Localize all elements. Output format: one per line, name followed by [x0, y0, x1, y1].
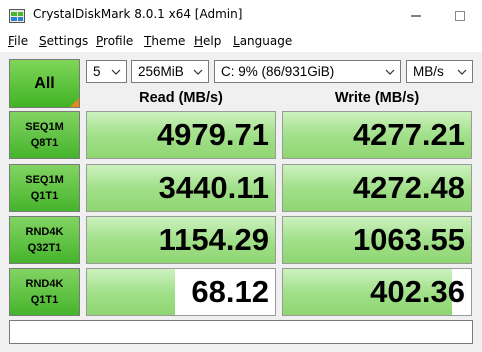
- crystaldiskmark-app-icon: [9, 8, 25, 23]
- menu-help[interactable]: Help: [194, 34, 221, 48]
- menu-file[interactable]: File: [8, 34, 28, 48]
- write-result-seq1m-q8t1: 4277.21: [282, 111, 472, 159]
- write-result-rnd4k-q32t1: 1063.55: [282, 216, 472, 264]
- menu-settings[interactable]: Settings: [39, 34, 88, 48]
- maximize-button[interactable]: [438, 0, 482, 31]
- read-result-seq1m-q1t1: 3440.11: [86, 164, 276, 212]
- maximize-icon: [455, 10, 465, 21]
- chevron-down-icon: [457, 69, 467, 75]
- read-result-seq1m-q8t1: 4979.71: [86, 111, 276, 159]
- test-label-line1: SEQ1M: [25, 174, 64, 186]
- write-result-value: 1063.55: [352, 222, 465, 257]
- write-column-header: Write (MB/s): [334, 90, 420, 106]
- test-label-line2: Q8T1: [30, 137, 59, 149]
- read-column-header: Read (MB/s): [139, 90, 223, 106]
- test-count-value: 5: [93, 64, 101, 79]
- test-button-seq1m-q8t1[interactable]: SEQ1M Q8T1: [9, 111, 80, 159]
- run-all-label: All: [34, 75, 55, 92]
- test-label-line2: Q32T1: [27, 242, 62, 254]
- chevron-down-icon: [111, 69, 121, 75]
- menu-language[interactable]: Language: [233, 34, 292, 48]
- unit-value: MB/s: [413, 64, 444, 79]
- read-result-value: 1154.29: [158, 222, 269, 257]
- corner-marker: [70, 98, 79, 107]
- test-label-line2: Q1T1: [30, 294, 59, 306]
- chevron-down-icon: [193, 69, 203, 75]
- test-size-value: 256MiB: [138, 64, 184, 79]
- comment-input[interactable]: [9, 320, 473, 344]
- read-result-value: 4979.71: [156, 117, 269, 152]
- test-label-line1: RND4K: [25, 278, 64, 290]
- title-bar[interactable]: CrystalDiskMark 8.0.1 x64 [Admin]: [0, 0, 482, 31]
- window-title: CrystalDiskMark 8.0.1 x64 [Admin]: [33, 7, 243, 21]
- test-button-seq1m-q1t1[interactable]: SEQ1M Q1T1: [9, 164, 80, 212]
- read-result-value: 68.12: [191, 274, 269, 309]
- test-label-line1: RND4K: [25, 226, 64, 238]
- test-button-rnd4k-q32t1[interactable]: RND4K Q32T1: [9, 216, 80, 264]
- test-count-select[interactable]: 5: [86, 60, 127, 83]
- drive-select[interactable]: C: 9% (86/931GiB): [214, 60, 401, 83]
- write-result-value: 402.36: [370, 274, 465, 309]
- read-result-bar: [87, 269, 176, 315]
- test-label-line1: SEQ1M: [25, 121, 64, 133]
- menu-theme[interactable]: Theme: [144, 34, 185, 48]
- drive-value: C: 9% (86/931GiB): [221, 64, 335, 79]
- write-result-rnd4k-q1t1: 402.36: [282, 268, 472, 316]
- write-result-value: 4272.48: [352, 170, 465, 205]
- write-result-value: 4277.21: [352, 117, 465, 152]
- read-result-value: 3440.11: [158, 170, 269, 205]
- minimize-icon: [411, 15, 421, 16]
- write-result-seq1m-q1t1: 4272.48: [282, 164, 472, 212]
- test-size-select[interactable]: 256MiB: [131, 60, 209, 83]
- read-result-rnd4k-q1t1: 68.12: [86, 268, 276, 316]
- menu-profile[interactable]: Profile: [96, 34, 133, 48]
- test-label-line2: Q1T1: [30, 190, 59, 202]
- unit-select[interactable]: MB/s: [406, 60, 473, 83]
- run-all-button[interactable]: All: [9, 59, 80, 108]
- test-button-rnd4k-q1t1[interactable]: RND4K Q1T1: [9, 268, 80, 316]
- minimize-button[interactable]: [394, 0, 438, 31]
- menu-bar: File Settings Profile Theme Help Languag…: [0, 31, 482, 52]
- read-result-rnd4k-q32t1: 1154.29: [86, 216, 276, 264]
- chevron-down-icon: [385, 69, 395, 75]
